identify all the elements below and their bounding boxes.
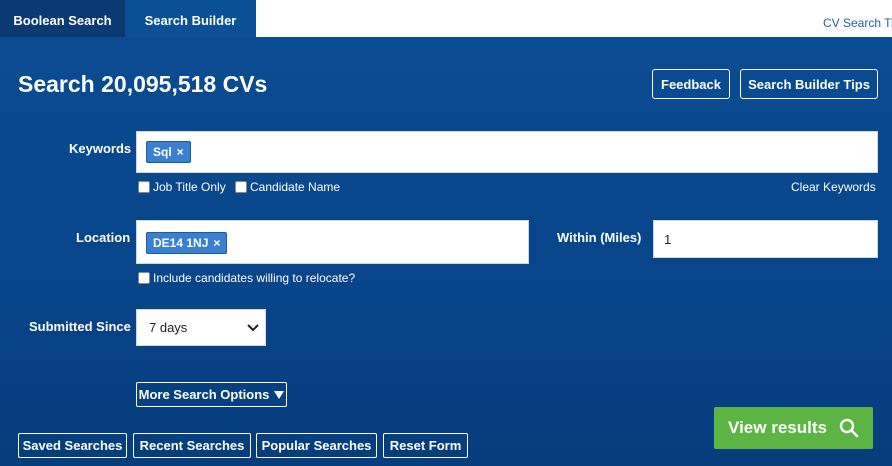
location-label: Location [76,230,131,245]
location-tag: DE14 1NJ × [146,232,228,254]
page-title: Search 20,095,518 CVs [18,71,268,97]
keyword-tag-text: Sql [153,145,172,159]
remove-tag-icon[interactable]: × [177,145,184,159]
search-builder-tips-button[interactable]: Search Builder Tips [740,69,878,99]
search-icon [839,418,859,438]
tab-label: Search Builder [144,12,237,28]
submitted-since-value: 7 days [149,320,188,335]
candidate-name-checkbox[interactable] [235,181,247,193]
caret-down-icon [274,390,285,399]
job-title-only-label: Job Title Only [153,180,226,194]
more-search-options-label: More Search Options [138,387,270,402]
reset-form-button[interactable]: Reset Form [383,433,468,458]
location-tag-text: DE14 1NJ [153,236,209,250]
saved-searches-button[interactable]: Saved Searches [18,433,127,458]
tab-boolean-search[interactable]: Boolean Search [0,0,125,37]
submitted-since-select[interactable]: 7 days [136,309,266,346]
recent-searches-button[interactable]: Recent Searches [133,433,251,458]
keyword-tag: Sql × [146,141,191,163]
keywords-label: Keywords [69,141,132,156]
relocate-option[interactable]: Include candidates willing to relocate? [138,271,355,285]
feedback-button[interactable]: Feedback [652,69,730,99]
keywords-input[interactable]: Sql × [136,131,878,173]
view-results-button[interactable]: View results [714,407,873,449]
relocate-checkbox[interactable] [138,272,150,284]
location-input[interactable]: DE14 1NJ × [136,220,529,264]
view-results-label: View results [728,418,827,437]
candidate-name-label: Candidate Name [250,180,341,194]
job-title-only-option[interactable]: Job Title Only [138,180,226,194]
search-builder-panel: Search 20,095,518 CVs Feedback Search Bu… [0,37,892,466]
more-search-options-button[interactable]: More Search Options [136,382,287,407]
clear-keywords-link[interactable]: Clear Keywords [791,180,876,194]
remove-tag-icon[interactable]: × [213,236,220,250]
within-miles-input[interactable]: 1 [653,220,878,258]
cv-search-tips-link[interactable]: CV Search Tip [823,16,892,30]
within-miles-label: Within (Miles) [557,230,642,245]
tab-label: Boolean Search [13,12,112,28]
job-title-only-checkbox[interactable] [138,181,150,193]
tab-search-builder[interactable]: Search Builder [125,0,256,37]
relocate-label: Include candidates willing to relocate? [153,271,356,285]
candidate-name-option[interactable]: Candidate Name [235,180,340,194]
within-miles-value: 1 [664,231,672,247]
submitted-since-label: Submitted Since [29,319,131,334]
top-tab-bar: Boolean Search Search Builder CV Search … [0,0,892,37]
chevron-down-icon [247,323,259,331]
popular-searches-button[interactable]: Popular Searches [256,433,377,458]
